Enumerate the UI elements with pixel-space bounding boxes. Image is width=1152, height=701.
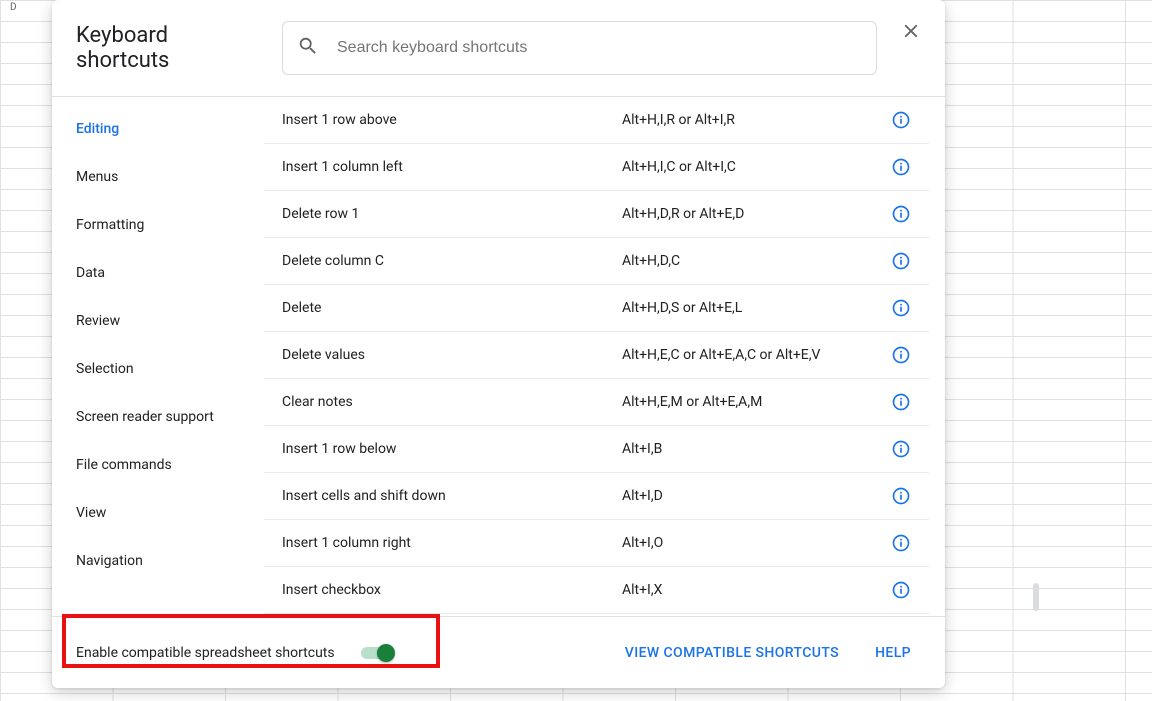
- category-sidebar[interactable]: EditingMenusFormattingDataReviewSelectio…: [52, 97, 264, 616]
- shortcut-keys-label: Alt+H,D,R or Alt+E,D: [622, 206, 891, 222]
- sidebar-item-selection[interactable]: Selection: [52, 345, 263, 393]
- sidebar-item-menus[interactable]: Menus: [52, 153, 263, 201]
- shortcut-action-label: Insert 1 row below: [282, 441, 622, 457]
- dialog-body: EditingMenusFormattingDataReviewSelectio…: [52, 97, 945, 616]
- compatible-shortcuts-toggle[interactable]: [359, 643, 395, 663]
- toggle-thumb: [377, 644, 395, 662]
- shortcut-keys-label: Alt+H,D,C: [622, 253, 891, 269]
- shortcut-keys-label: Alt+H,I,R or Alt+I,R: [622, 112, 891, 128]
- sidebar-item-view[interactable]: View: [52, 489, 263, 537]
- search-icon: [297, 35, 319, 61]
- shortcut-action-label: Insert 1 column left: [282, 159, 622, 175]
- shortcut-row: Insert 1 row belowAlt+I,B: [264, 426, 929, 473]
- shortcut-action-label: Clear notes: [282, 394, 622, 410]
- shortcut-keys-label: Alt+I,D: [622, 488, 891, 504]
- sidebar-item-editing[interactable]: Editing: [52, 105, 263, 153]
- shortcut-row: Clear notesAlt+H,E,M or Alt+E,A,M: [264, 379, 929, 426]
- close-button[interactable]: [893, 15, 929, 51]
- shortcut-row: Insert checkboxAlt+I,X: [264, 567, 929, 614]
- shortcut-row: Insert 1 column rightAlt+I,O: [264, 520, 929, 567]
- info-icon[interactable]: [891, 439, 911, 459]
- shortcut-action-label: Insert cells and shift down: [282, 488, 622, 504]
- info-icon[interactable]: [891, 204, 911, 224]
- shortcut-keys-label: Alt+I,O: [622, 535, 891, 551]
- search-input[interactable]: [337, 39, 862, 57]
- shortcut-action-label: Delete: [282, 300, 622, 316]
- shortcut-action-label: Insert checkbox: [282, 582, 622, 598]
- dialog-footer: Enable compatible spreadsheet shortcuts …: [52, 616, 945, 688]
- shortcut-keys-label: Alt+H,E,M or Alt+E,A,M: [622, 394, 891, 410]
- sidebar-item-navigation[interactable]: Navigation: [52, 537, 263, 585]
- view-compatible-shortcuts-button[interactable]: VIEW COMPATIBLE SHORTCUTS: [615, 637, 849, 669]
- shortcut-keys-label: Alt+H,E,C or Alt+E,A,C or Alt+E,V: [622, 347, 891, 363]
- shortcut-action-label: Delete column C: [282, 253, 622, 269]
- shortcut-action-label: Insert 1 column right: [282, 535, 622, 551]
- shortcuts-list[interactable]: Insert 1 row aboveAlt+H,I,R or Alt+I,RIn…: [264, 97, 945, 616]
- info-icon[interactable]: [891, 580, 911, 600]
- info-icon[interactable]: [891, 486, 911, 506]
- sidebar-item-review[interactable]: Review: [52, 297, 263, 345]
- page-scrollbar-thumb[interactable]: [1033, 583, 1039, 611]
- shortcut-keys-label: Alt+I,X: [622, 582, 891, 598]
- sidebar-item-screen-reader-support[interactable]: Screen reader support: [52, 393, 263, 441]
- sidebar-item-file-commands[interactable]: File commands: [52, 441, 263, 489]
- shortcut-row: Insert 1 column leftAlt+H,I,C or Alt+I,C: [264, 144, 929, 191]
- sidebar-item-data[interactable]: Data: [52, 249, 263, 297]
- info-icon[interactable]: [891, 392, 911, 412]
- info-icon[interactable]: [891, 110, 911, 130]
- help-button[interactable]: HELP: [865, 637, 921, 669]
- toggle-label: Enable compatible spreadsheet shortcuts: [76, 645, 335, 661]
- dialog-title: Keyboard shortcuts: [76, 23, 266, 73]
- compatible-shortcuts-toggle-row: Enable compatible spreadsheet shortcuts: [76, 643, 395, 663]
- keyboard-shortcuts-dialog: Keyboard shortcuts EditingMenusFormattin…: [52, 0, 945, 688]
- shortcut-row: DeleteAlt+H,D,S or Alt+E,L: [264, 285, 929, 332]
- column-header-d: D: [10, 2, 17, 13]
- info-icon[interactable]: [891, 533, 911, 553]
- shortcut-keys-label: Alt+I,B: [622, 441, 891, 457]
- shortcut-keys-label: Alt+H,I,C or Alt+I,C: [622, 159, 891, 175]
- info-icon[interactable]: [891, 157, 911, 177]
- dialog-header: Keyboard shortcuts: [52, 0, 945, 97]
- shortcut-row: Insert 1 row aboveAlt+H,I,R or Alt+I,R: [264, 97, 929, 144]
- sidebar-item-formatting[interactable]: Formatting: [52, 201, 263, 249]
- shortcut-row: Delete valuesAlt+H,E,C or Alt+E,A,C or A…: [264, 332, 929, 379]
- info-icon[interactable]: [891, 298, 911, 318]
- shortcut-row: Insert cells and shift downAlt+I,D: [264, 473, 929, 520]
- close-icon: [900, 20, 922, 46]
- shortcut-action-label: Insert 1 row above: [282, 112, 622, 128]
- info-icon[interactable]: [891, 345, 911, 365]
- shortcut-action-label: Delete row 1: [282, 206, 622, 222]
- shortcut-row: Delete column CAlt+H,D,C: [264, 238, 929, 285]
- shortcut-action-label: Delete values: [282, 347, 622, 363]
- search-box[interactable]: [282, 21, 877, 75]
- shortcut-row: Delete row 1Alt+H,D,R or Alt+E,D: [264, 191, 929, 238]
- shortcut-keys-label: Alt+H,D,S or Alt+E,L: [622, 300, 891, 316]
- info-icon[interactable]: [891, 251, 911, 271]
